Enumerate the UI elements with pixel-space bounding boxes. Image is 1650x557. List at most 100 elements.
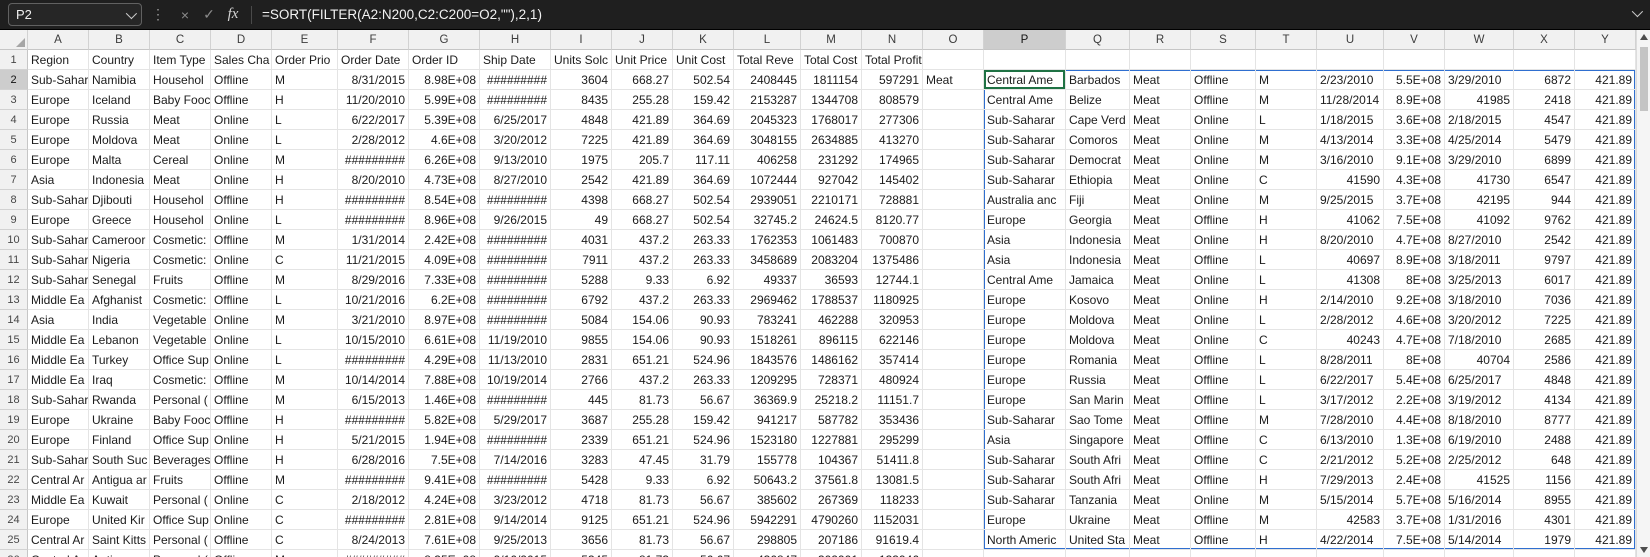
cell-W8[interactable]: 42195 (1445, 190, 1514, 210)
cell-E9[interactable]: L (272, 210, 338, 230)
cell-W3[interactable]: 41985 (1445, 90, 1514, 110)
cell-B18[interactable]: Rwanda (89, 390, 150, 410)
cell-C5[interactable]: Meat (150, 130, 211, 150)
cell-V15[interactable]: 4.7E+08 (1384, 330, 1445, 350)
column-header-O[interactable]: O (923, 30, 984, 50)
cell-L13[interactable]: 2969462 (734, 290, 801, 310)
cell-J2[interactable]: 668.27 (612, 70, 673, 90)
cell-M20[interactable]: 1227881 (801, 430, 862, 450)
cell-K3[interactable]: 159.42 (673, 90, 734, 110)
cell-P12[interactable]: Central Ame (984, 270, 1066, 290)
cell-I15[interactable]: 9855 (551, 330, 612, 350)
cell-J26[interactable]: 81.73 (612, 550, 673, 557)
cell-X15[interactable]: 2685 (1514, 330, 1575, 350)
cell-C6[interactable]: Cereal (150, 150, 211, 170)
cell-H7[interactable]: 8/27/2010 (480, 170, 551, 190)
cell-D14[interactable]: Online (211, 310, 272, 330)
cell-B5[interactable]: Moldova (89, 130, 150, 150)
cell-B24[interactable]: United Kir (89, 510, 150, 530)
cell-O23[interactable] (923, 490, 984, 510)
cell-T18[interactable]: L (1256, 390, 1317, 410)
cell-U11[interactable]: 40697 (1317, 250, 1384, 270)
row-header-5[interactable]: 5 (0, 130, 28, 150)
cell-A24[interactable]: Europe (28, 510, 89, 530)
cell-E1[interactable]: Order Prio (272, 50, 338, 70)
cell-C9[interactable]: Househol (150, 210, 211, 230)
column-header-P[interactable]: P (984, 30, 1066, 50)
cell-M3[interactable]: 1344708 (801, 90, 862, 110)
cell-L20[interactable]: 1523180 (734, 430, 801, 450)
cell-P23[interactable]: Sub-Saharar (984, 490, 1066, 510)
cell-V3[interactable]: 8.9E+08 (1384, 90, 1445, 110)
cell-Q13[interactable]: Kosovo (1066, 290, 1130, 310)
cell-Q10[interactable]: Indonesia (1066, 230, 1130, 250)
cell-Y26[interactable] (1575, 550, 1636, 557)
cell-T14[interactable]: L (1256, 310, 1317, 330)
cell-L25[interactable]: 298805 (734, 530, 801, 550)
cell-N9[interactable]: 8120.77 (862, 210, 923, 230)
cell-P10[interactable]: Asia (984, 230, 1066, 250)
cell-U10[interactable]: 8/20/2010 (1317, 230, 1384, 250)
cell-Q3[interactable]: Belize (1066, 90, 1130, 110)
cell-A21[interactable]: Sub-Sahar (28, 450, 89, 470)
cell-G1[interactable]: Order ID (409, 50, 480, 70)
cell-A25[interactable]: Central Ar (28, 530, 89, 550)
cell-P7[interactable]: Sub-Saharar (984, 170, 1066, 190)
cell-O12[interactable] (923, 270, 984, 290)
cell-S10[interactable]: Online (1191, 230, 1256, 250)
cell-W17[interactable]: 6/25/2017 (1445, 370, 1514, 390)
cell-O13[interactable] (923, 290, 984, 310)
cell-F9[interactable]: ######### (338, 210, 409, 230)
cell-N15[interactable]: 622146 (862, 330, 923, 350)
cell-N2[interactable]: 597291 (862, 70, 923, 90)
column-header-T[interactable]: T (1256, 30, 1317, 50)
column-header-C[interactable]: C (150, 30, 211, 50)
cell-G23[interactable]: 4.24E+08 (409, 490, 480, 510)
cell-F25[interactable]: 8/24/2013 (338, 530, 409, 550)
cell-Y23[interactable]: 421.89 (1575, 490, 1636, 510)
cell-R1[interactable] (1130, 50, 1191, 70)
cell-S6[interactable]: Online (1191, 150, 1256, 170)
cell-R19[interactable]: Meat (1130, 410, 1191, 430)
cell-T23[interactable]: M (1256, 490, 1317, 510)
cell-T4[interactable]: L (1256, 110, 1317, 130)
cell-H5[interactable]: 3/20/2012 (480, 130, 551, 150)
cell-L3[interactable]: 2153287 (734, 90, 801, 110)
cell-O21[interactable] (923, 450, 984, 470)
cell-A18[interactable]: Sub-Sahar (28, 390, 89, 410)
cell-H4[interactable]: 6/25/2017 (480, 110, 551, 130)
column-header-I[interactable]: I (551, 30, 612, 50)
cell-R3[interactable]: Meat (1130, 90, 1191, 110)
cell-Y8[interactable]: 421.89 (1575, 190, 1636, 210)
cell-F15[interactable]: 10/15/2010 (338, 330, 409, 350)
column-header-Y[interactable]: Y (1575, 30, 1636, 50)
row-header-19[interactable]: 19 (0, 410, 28, 430)
cell-P19[interactable]: Sub-Saharar (984, 410, 1066, 430)
cell-F4[interactable]: 6/22/2017 (338, 110, 409, 130)
cell-U14[interactable]: 2/28/2012 (1317, 310, 1384, 330)
cell-O3[interactable] (923, 90, 984, 110)
cell-L15[interactable]: 1518261 (734, 330, 801, 350)
cell-K24[interactable]: 524.96 (673, 510, 734, 530)
cell-M21[interactable]: 104367 (801, 450, 862, 470)
cell-E21[interactable]: H (272, 450, 338, 470)
cell-W24[interactable]: 1/31/2016 (1445, 510, 1514, 530)
cell-D9[interactable]: Online (211, 210, 272, 230)
cell-M14[interactable]: 462288 (801, 310, 862, 330)
cell-N26[interactable]: 133946 (862, 550, 923, 557)
cell-Y15[interactable]: 421.89 (1575, 330, 1636, 350)
cell-O18[interactable] (923, 390, 984, 410)
cell-D8[interactable]: Offline (211, 190, 272, 210)
cell-E11[interactable]: C (272, 250, 338, 270)
cell-H23[interactable]: 3/23/2012 (480, 490, 551, 510)
cell-I18[interactable]: 445 (551, 390, 612, 410)
cell-F21[interactable]: 6/28/2016 (338, 450, 409, 470)
cell-S1[interactable] (1191, 50, 1256, 70)
cell-F24[interactable]: ######### (338, 510, 409, 530)
cell-Q22[interactable]: South Afri (1066, 470, 1130, 490)
row-header-16[interactable]: 16 (0, 350, 28, 370)
cell-D13[interactable]: Offline (211, 290, 272, 310)
cell-E4[interactable]: L (272, 110, 338, 130)
cell-N20[interactable]: 295299 (862, 430, 923, 450)
cell-N16[interactable]: 357414 (862, 350, 923, 370)
